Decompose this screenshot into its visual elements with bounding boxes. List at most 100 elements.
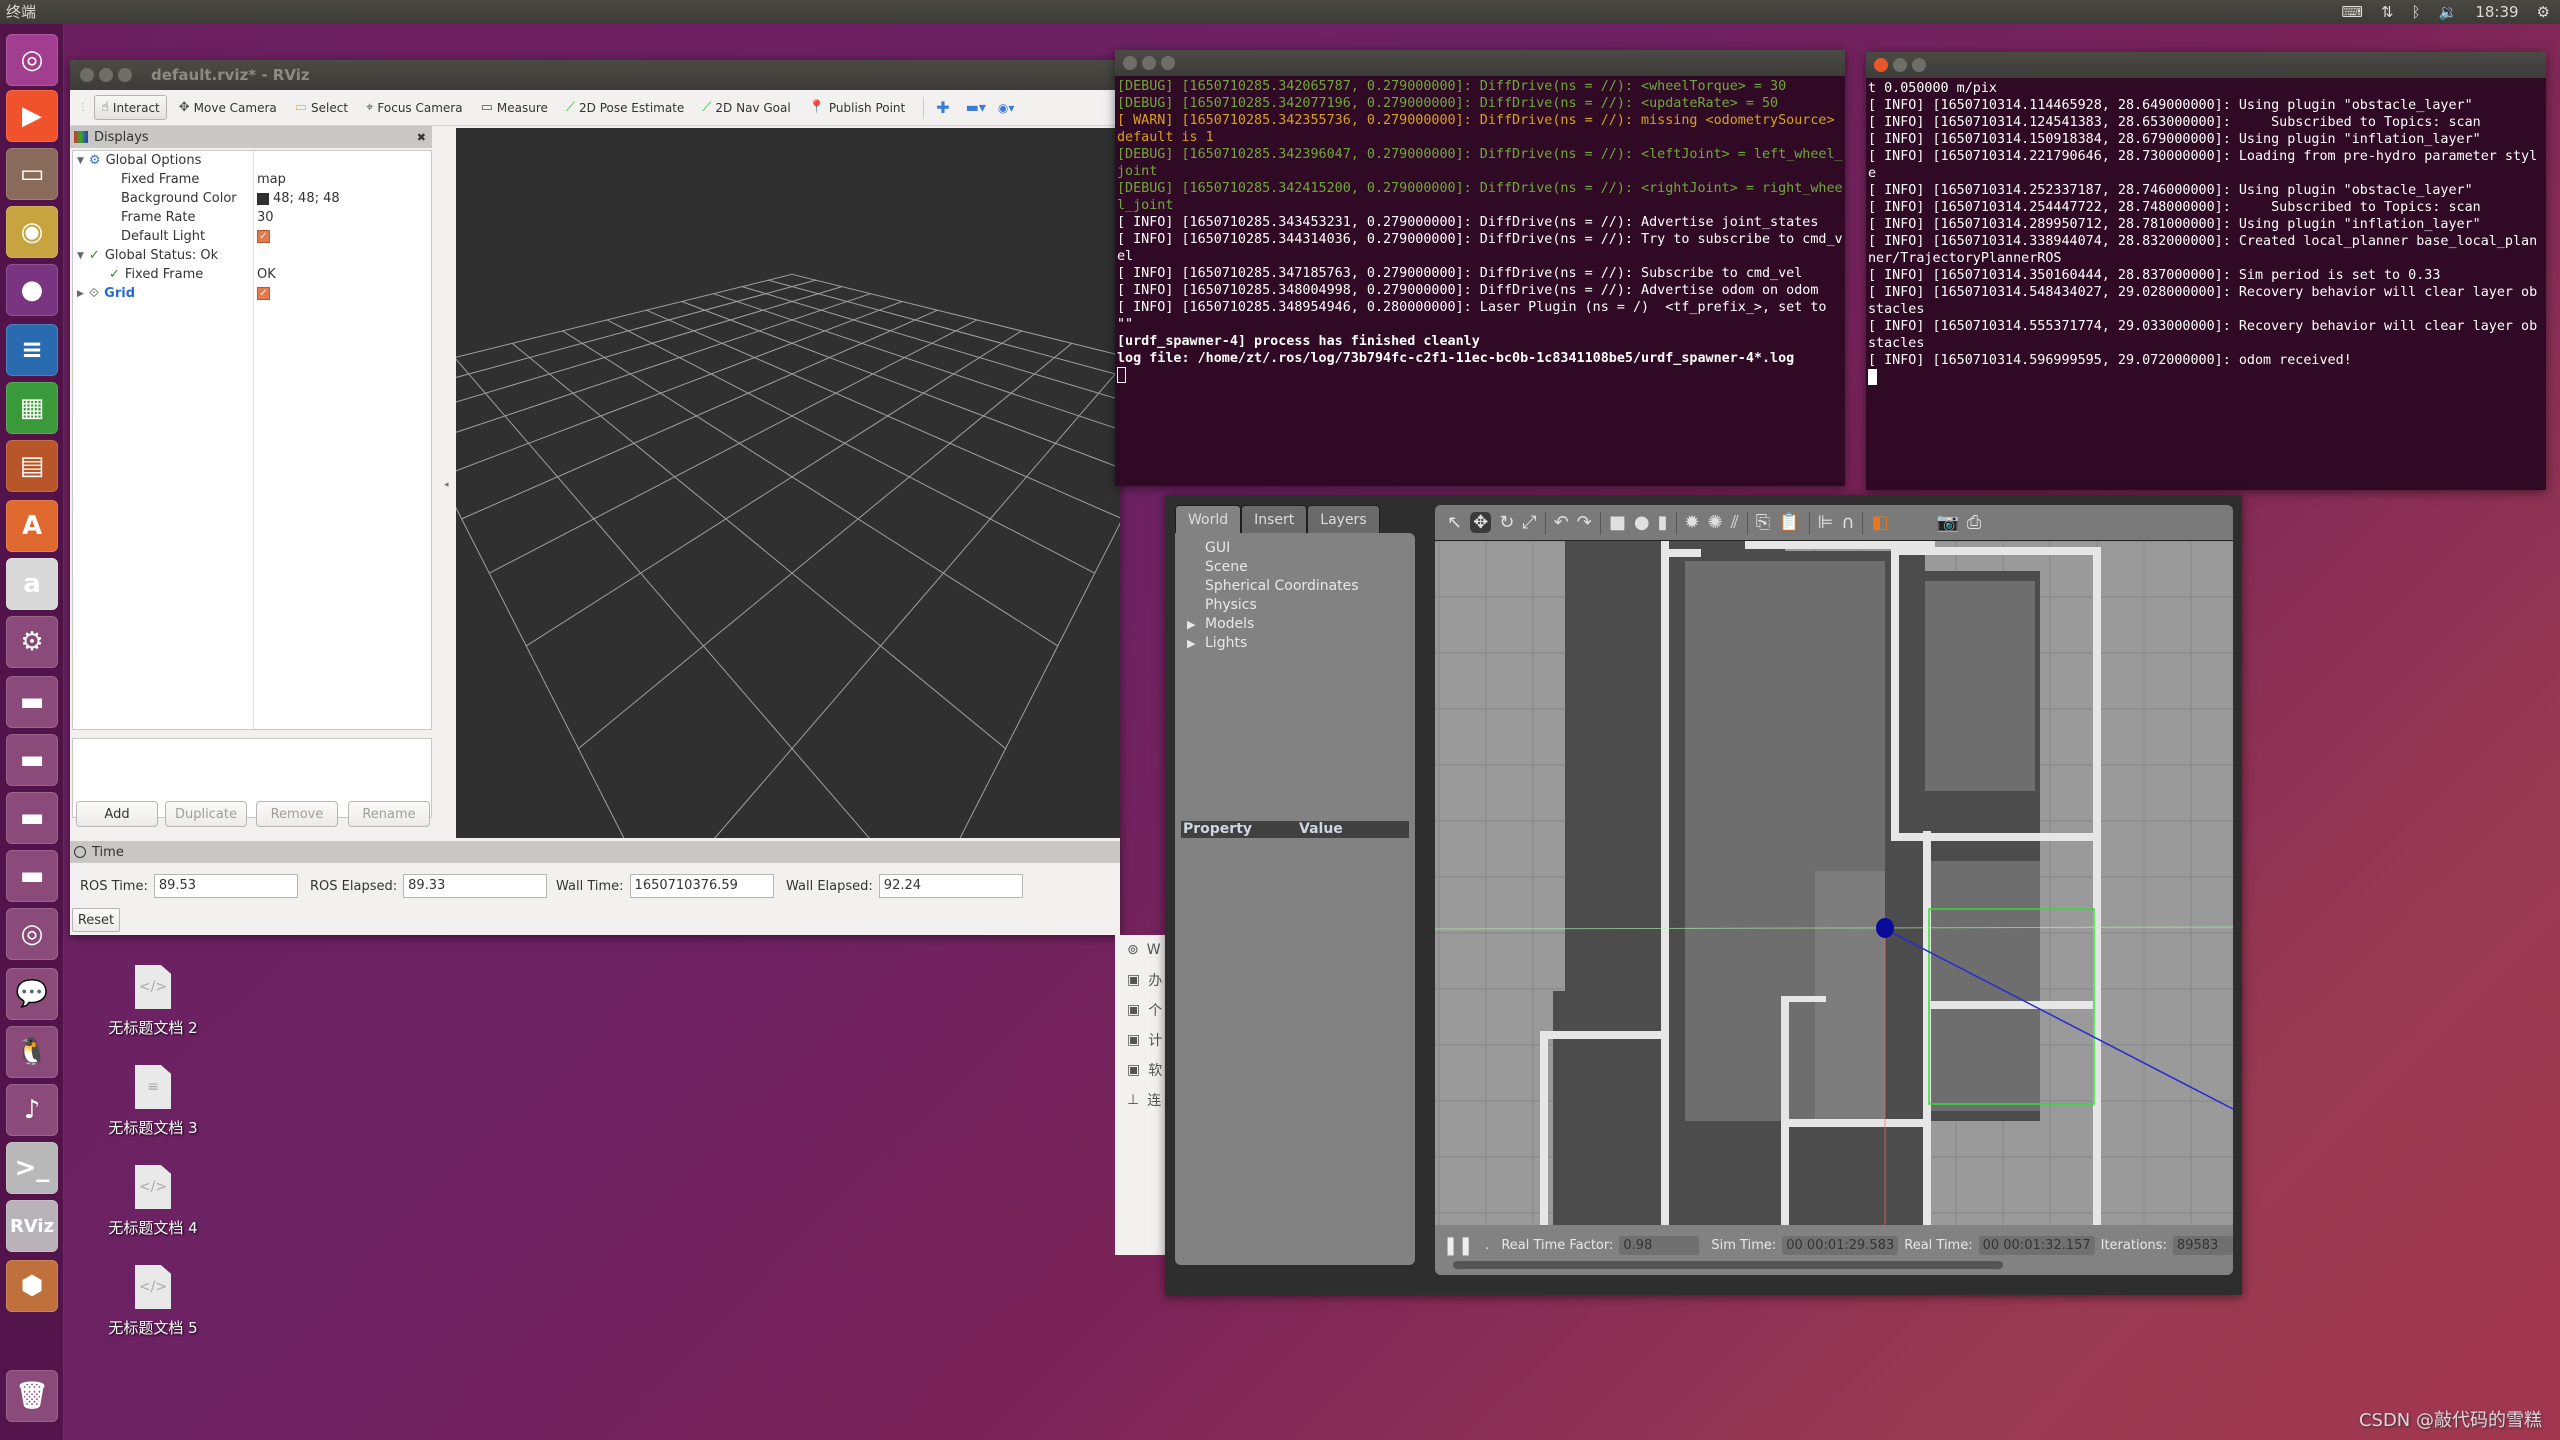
add-display-button[interactable]: Add	[76, 801, 158, 827]
rviz-3d-viewport[interactable]	[456, 128, 1120, 838]
world-item-physics[interactable]: Physics	[1175, 596, 1415, 615]
desktop-file-icon[interactable]: </> 无标题文档 4	[93, 1165, 213, 1238]
undo-icon[interactable]: ↶	[1554, 512, 1569, 533]
display-row[interactable]: ▼ ⚙ Global Options	[73, 151, 431, 170]
checkbox-checked[interactable]: ✓	[257, 230, 270, 243]
tab-insert[interactable]: Insert	[1241, 505, 1308, 533]
launcher-libreoffice-calc[interactable]: ▦	[6, 382, 58, 434]
tool-interact[interactable]: ☝ Interact	[94, 95, 167, 120]
wall-elapsed-value[interactable]: 92.24	[878, 874, 1023, 898]
add-tool-icon[interactable]: ✚	[936, 98, 949, 117]
launcher-qq[interactable]: 🐧	[6, 1026, 58, 1078]
close-panel-icon[interactable]: ✖	[417, 131, 426, 144]
view-options-icon[interactable]: ◉▾	[998, 101, 1015, 115]
bluetooth-icon[interactable]: ᛒ	[2412, 0, 2421, 24]
reset-button[interactable]: Reset	[72, 908, 120, 932]
close-button[interactable]	[1874, 58, 1888, 72]
rename-display-button[interactable]: Rename	[348, 801, 430, 827]
volume-icon[interactable]: 🔉	[2439, 0, 2458, 24]
expand-arrow-icon[interactable]: ▶	[1187, 615, 1195, 634]
launcher-drive-3[interactable]: ▬	[6, 792, 58, 844]
display-value[interactable]: ✓	[257, 287, 274, 300]
ros-time-value[interactable]: 89.53	[153, 874, 298, 898]
rviz-titlebar[interactable]: default.rviz* - RViz	[70, 60, 1120, 90]
launcher-amazon[interactable]: a	[6, 558, 58, 610]
collapsed-arrow-icon[interactable]: ▶	[77, 289, 84, 299]
tab-layers[interactable]: Layers	[1307, 505, 1380, 533]
log-icon[interactable]: ⎙	[1967, 512, 1981, 533]
minimize-button[interactable]	[1142, 56, 1156, 70]
remove-display-button[interactable]: Remove	[256, 801, 338, 827]
horizontal-scrollbar[interactable]	[1453, 1261, 2003, 1269]
desktop-file-icon[interactable]: ≡ 无标题文档 3	[93, 1065, 213, 1138]
remove-tool-icon[interactable]: ▬▾	[966, 100, 986, 116]
launcher-files[interactable]: ▭	[6, 148, 58, 200]
terminal-window-2[interactable]: t 0.050000 m/pix [ INFO] [1650710314.1144…	[1866, 52, 2546, 490]
display-row[interactable]: Fixed Frame map	[73, 170, 431, 189]
scale-icon[interactable]: ⤢	[1522, 512, 1536, 533]
launcher-gazebo[interactable]: ⬢	[6, 1260, 58, 1312]
tool-2d-pose-estimate[interactable]: ⟋ 2D Pose Estimate	[560, 96, 690, 119]
point-light-icon[interactable]: ✹	[1685, 512, 1700, 533]
launcher-drive-4[interactable]: ▬	[6, 850, 58, 902]
toolbar-grip[interactable]: ⋮	[78, 102, 88, 113]
terminal-window-1[interactable]: [DEBUG] [1650710285.342065787, 0.2790000…	[1115, 50, 1845, 486]
minimize-button[interactable]	[99, 68, 113, 82]
power-gear-icon[interactable]: ⚙	[2537, 0, 2550, 24]
world-item-models[interactable]: ▶ Models	[1175, 615, 1415, 634]
directional-light-icon[interactable]: ⫽	[1731, 512, 1739, 533]
tool-select[interactable]: ▭ Select	[289, 96, 354, 119]
display-row[interactable]: Default Light ✓	[73, 227, 431, 246]
launcher-terminal[interactable]: >_	[6, 1142, 58, 1194]
clock[interactable]: 18:39	[2475, 0, 2518, 24]
world-item-gui[interactable]: GUI	[1175, 539, 1415, 558]
display-row[interactable]: Frame Rate 30	[73, 208, 431, 227]
desktop-file-icon[interactable]: </> 无标题文档 2	[93, 965, 213, 1038]
display-value[interactable]: map	[257, 172, 286, 187]
maximize-button[interactable]	[118, 68, 132, 82]
pause-button[interactable]: ❚❚	[1443, 1235, 1473, 1256]
checkbox-checked[interactable]: ✓	[257, 287, 270, 300]
close-button[interactable]	[80, 68, 94, 82]
terminal-2-titlebar[interactable]	[1866, 52, 2546, 78]
ros-elapsed-value[interactable]: 89.33	[403, 874, 548, 898]
launcher-software-center[interactable]: A	[6, 500, 58, 552]
paste-icon[interactable]: 📋	[1778, 512, 1800, 533]
tool-move-camera[interactable]: ✥ Move Camera	[173, 96, 283, 119]
view-angle-icon[interactable]: ◧	[1871, 512, 1888, 533]
close-button[interactable]	[1123, 56, 1137, 70]
maximize-button[interactable]	[1912, 58, 1926, 72]
color-swatch[interactable]	[257, 192, 269, 205]
launcher-drive-2[interactable]: ▬	[6, 734, 58, 786]
launcher-libreoffice-impress[interactable]: ▤	[6, 440, 58, 492]
rotate-icon[interactable]: ↻	[1499, 512, 1514, 533]
redo-icon[interactable]: ↷	[1577, 512, 1592, 533]
terminal-1-titlebar[interactable]	[1115, 50, 1845, 76]
display-value[interactable]: ✓	[257, 230, 274, 243]
box-icon[interactable]: ■	[1609, 512, 1626, 533]
snap-magnet-icon[interactable]: ∩	[1841, 512, 1854, 533]
wall-time-value[interactable]: 1650710376.59	[629, 874, 774, 898]
copy-icon[interactable]: ⎘	[1756, 512, 1770, 533]
duplicate-display-button[interactable]: Duplicate	[165, 801, 247, 827]
align-icon[interactable]: ⊫	[1818, 512, 1834, 533]
expanded-arrow-icon[interactable]: ▼	[77, 156, 84, 166]
network-updown-icon[interactable]: ⇅	[2381, 0, 2394, 24]
launcher-media-player[interactable]: ▶	[6, 90, 58, 142]
world-item-spherical-coordinates[interactable]: Spherical Coordinates	[1175, 577, 1415, 596]
expanded-arrow-icon[interactable]: ▼	[77, 251, 84, 261]
tool-publish-point[interactable]: 📍 Publish Point	[803, 96, 912, 119]
launcher-chrome[interactable]: ◉	[6, 206, 58, 258]
display-row[interactable]: ✓ Fixed Frame OK	[73, 265, 431, 284]
step-dot[interactable]: .	[1485, 1238, 1489, 1253]
keyboard-icon[interactable]: ⌨	[2341, 0, 2363, 24]
display-row[interactable]: Background Color 48; 48; 48	[73, 189, 431, 208]
spot-light-icon[interactable]: ✺	[1708, 512, 1723, 533]
display-row[interactable]: ▼ ✓ Global Status: Ok	[73, 246, 431, 265]
launcher-libreoffice-writer[interactable]: ≡	[6, 324, 58, 376]
maximize-button[interactable]	[1161, 56, 1175, 70]
translate-icon[interactable]: ✥	[1470, 512, 1492, 533]
desktop-file-icon[interactable]: </> 无标题文档 5	[93, 1265, 213, 1338]
launcher-qq-music[interactable]: ♪	[6, 1084, 58, 1136]
launcher-drive-1[interactable]: ▬	[6, 676, 58, 728]
